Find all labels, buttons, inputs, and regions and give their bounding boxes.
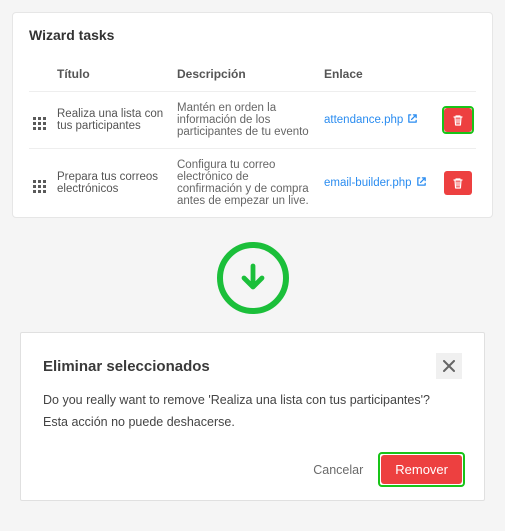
drag-handle-icon[interactable] [33,180,46,193]
arrow-down-icon [217,242,289,314]
wizard-tasks-card: Wizard tasks Título Descripción Enlace R… [12,12,493,218]
flow-arrow [12,218,493,332]
row-description: Configura tu correo electrónico de confi… [173,149,320,218]
trash-icon [452,177,464,190]
row-link[interactable]: email-builder.php [324,177,412,189]
confirm-modal: Eliminar seleccionados Do you really wan… [20,332,485,501]
row-title: Prepara tus correos electrónicos [53,149,173,218]
card-title: Wizard tasks [29,27,476,43]
drag-handle-icon[interactable] [33,117,46,130]
remove-button[interactable]: Remover [381,455,462,484]
col-enlace: Enlace [320,61,436,92]
delete-button[interactable] [444,108,472,132]
modal-title: Eliminar seleccionados [43,358,210,375]
external-link-icon [407,113,418,127]
modal-message-2: Esta acción no puede deshacerse. [43,415,462,429]
close-icon[interactable] [436,353,462,379]
trash-icon [452,114,464,127]
table-row: Prepara tus correos electrónicosConfigur… [29,149,476,218]
modal-message-1: Do you really want to remove 'Realiza un… [43,393,462,407]
cancel-button[interactable]: Cancelar [313,463,363,477]
external-link-icon [416,176,427,190]
delete-button[interactable] [444,171,472,195]
row-link[interactable]: attendance.php [324,114,403,126]
tasks-table: Título Descripción Enlace Realiza una li… [29,61,476,217]
col-titulo: Título [53,61,173,92]
row-description: Mantén en orden la información de los pa… [173,92,320,149]
table-row: Realiza una lista con tus participantesM… [29,92,476,149]
row-title: Realiza una lista con tus participantes [53,92,173,149]
col-descripcion: Descripción [173,61,320,92]
